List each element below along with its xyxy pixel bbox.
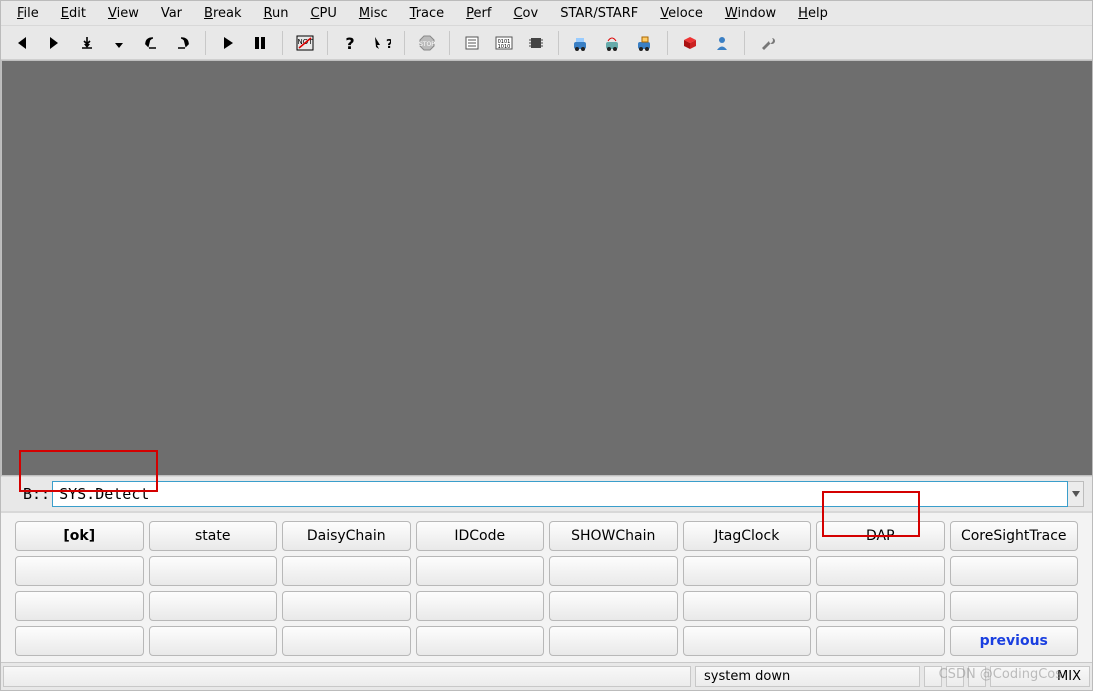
svg-text:?: ?: [386, 37, 391, 51]
btn-coresighttrace[interactable]: CoreSightTrace: [950, 521, 1079, 551]
btn-empty-1-4[interactable]: [549, 556, 678, 586]
status-slot-2: [946, 666, 964, 687]
btn-empty-2-2[interactable]: [282, 591, 411, 621]
toolbar-separator: [327, 31, 328, 55]
toolbar-separator: [558, 31, 559, 55]
trace3-icon[interactable]: [631, 29, 659, 57]
btn-empty-2-4[interactable]: [549, 591, 678, 621]
btn-empty-1-3[interactable]: [416, 556, 545, 586]
btn-idcode[interactable]: IDCode: [416, 521, 545, 551]
menu-break[interactable]: Break: [194, 3, 253, 24]
context-help-icon[interactable]: ?: [368, 29, 396, 57]
command-input[interactable]: [52, 481, 1068, 507]
command-prompt: B::: [23, 485, 52, 503]
btn-empty-2-0[interactable]: [15, 591, 144, 621]
menu-star-starf[interactable]: STAR/STARF: [550, 3, 650, 24]
menu-file[interactable]: File: [7, 3, 51, 24]
toolbar-separator: [205, 31, 206, 55]
menu-var[interactable]: Var: [151, 3, 194, 24]
btn-empty-1-5[interactable]: [683, 556, 812, 586]
not-icon[interactable]: NOT: [291, 29, 319, 57]
btn-empty-2-1[interactable]: [149, 591, 278, 621]
btn-empty-1-6[interactable]: [816, 556, 945, 586]
user-icon[interactable]: [708, 29, 736, 57]
btn-empty-3-6[interactable]: [816, 626, 945, 656]
status-center: system down: [695, 666, 920, 687]
btn-dap[interactable]: DAP: [816, 521, 945, 551]
run-icon[interactable]: [214, 29, 242, 57]
step-over-icon[interactable]: [41, 29, 69, 57]
status-right: MIX: [990, 666, 1090, 687]
trace-icon[interactable]: [567, 29, 595, 57]
menu-veloce[interactable]: Veloce: [650, 3, 715, 24]
menu-edit[interactable]: Edit: [51, 3, 98, 24]
btn-empty-3-3[interactable]: [416, 626, 545, 656]
binary-icon[interactable]: 01011010: [490, 29, 518, 57]
btn-empty-1-1[interactable]: [149, 556, 278, 586]
step-into-icon[interactable]: [73, 29, 101, 57]
btn-empty-3-2[interactable]: [282, 626, 411, 656]
btn-previous[interactable]: previous: [950, 626, 1079, 656]
menu-cov[interactable]: Cov: [503, 3, 550, 24]
svg-text:STOP: STOP: [419, 41, 435, 48]
list-icon[interactable]: [458, 29, 486, 57]
btn-empty-1-7[interactable]: [950, 556, 1079, 586]
toolbar: NOT?? STOP 01011010: [1, 26, 1092, 60]
command-dropdown[interactable]: [1068, 481, 1084, 507]
menu-run[interactable]: Run: [254, 3, 301, 24]
status-slot-3: [968, 666, 986, 687]
btn-empty-2-3[interactable]: [416, 591, 545, 621]
toolbar-separator: [282, 31, 283, 55]
btn-empty-2-6[interactable]: [816, 591, 945, 621]
btn-empty-1-2[interactable]: [282, 556, 411, 586]
btn-empty-3-5[interactable]: [683, 626, 812, 656]
step-down-icon[interactable]: [105, 29, 133, 57]
menu-perf[interactable]: Perf: [456, 3, 503, 24]
trace2-icon[interactable]: [599, 29, 627, 57]
btn-empty-3-1[interactable]: [149, 626, 278, 656]
toolbar-separator: [744, 31, 745, 55]
step-icon[interactable]: [9, 29, 37, 57]
cube-icon[interactable]: [676, 29, 704, 57]
step-back-icon[interactable]: [137, 29, 165, 57]
svg-text:1010: 1010: [498, 44, 511, 50]
btn-empty-3-0[interactable]: [15, 626, 144, 656]
toolbar-separator: [667, 31, 668, 55]
command-row: B::: [1, 476, 1092, 512]
btn-empty-2-7[interactable]: [950, 591, 1079, 621]
menu-trace[interactable]: Trace: [400, 3, 457, 24]
btn-showchain[interactable]: SHOWChain: [549, 521, 678, 551]
btn-state[interactable]: state: [149, 521, 278, 551]
menubar: FileEditViewVarBreakRunCPUMiscTracePerfC…: [1, 1, 1092, 26]
btn-empty-3-4[interactable]: [549, 626, 678, 656]
pause-icon[interactable]: [246, 29, 274, 57]
toolbar-separator: [449, 31, 450, 55]
status-slot-1: [924, 666, 942, 687]
btn-ok[interactable]: [ok]: [15, 521, 144, 551]
btn-empty-1-0[interactable]: [15, 556, 144, 586]
chip-icon[interactable]: [522, 29, 550, 57]
svg-text:?: ?: [345, 35, 354, 51]
menu-window[interactable]: Window: [715, 3, 788, 24]
help-icon[interactable]: ?: [336, 29, 364, 57]
workspace: [1, 60, 1092, 476]
btn-jtagclock[interactable]: JtagClock: [683, 521, 812, 551]
wrench-icon[interactable]: [753, 29, 781, 57]
btn-daisychain[interactable]: DaisyChain: [282, 521, 411, 551]
statusbar: system down MIX: [1, 662, 1092, 690]
step-forward-icon[interactable]: [169, 29, 197, 57]
stop-icon[interactable]: STOP: [413, 29, 441, 57]
toolbar-separator: [404, 31, 405, 55]
menu-cpu[interactable]: CPU: [300, 3, 348, 24]
button-panel: [ok]stateDaisyChainIDCodeSHOWChainJtagCl…: [1, 512, 1092, 662]
btn-empty-2-5[interactable]: [683, 591, 812, 621]
menu-help[interactable]: Help: [788, 3, 840, 24]
menu-view[interactable]: View: [98, 3, 151, 24]
menu-misc[interactable]: Misc: [349, 3, 400, 24]
status-main: [3, 666, 691, 687]
